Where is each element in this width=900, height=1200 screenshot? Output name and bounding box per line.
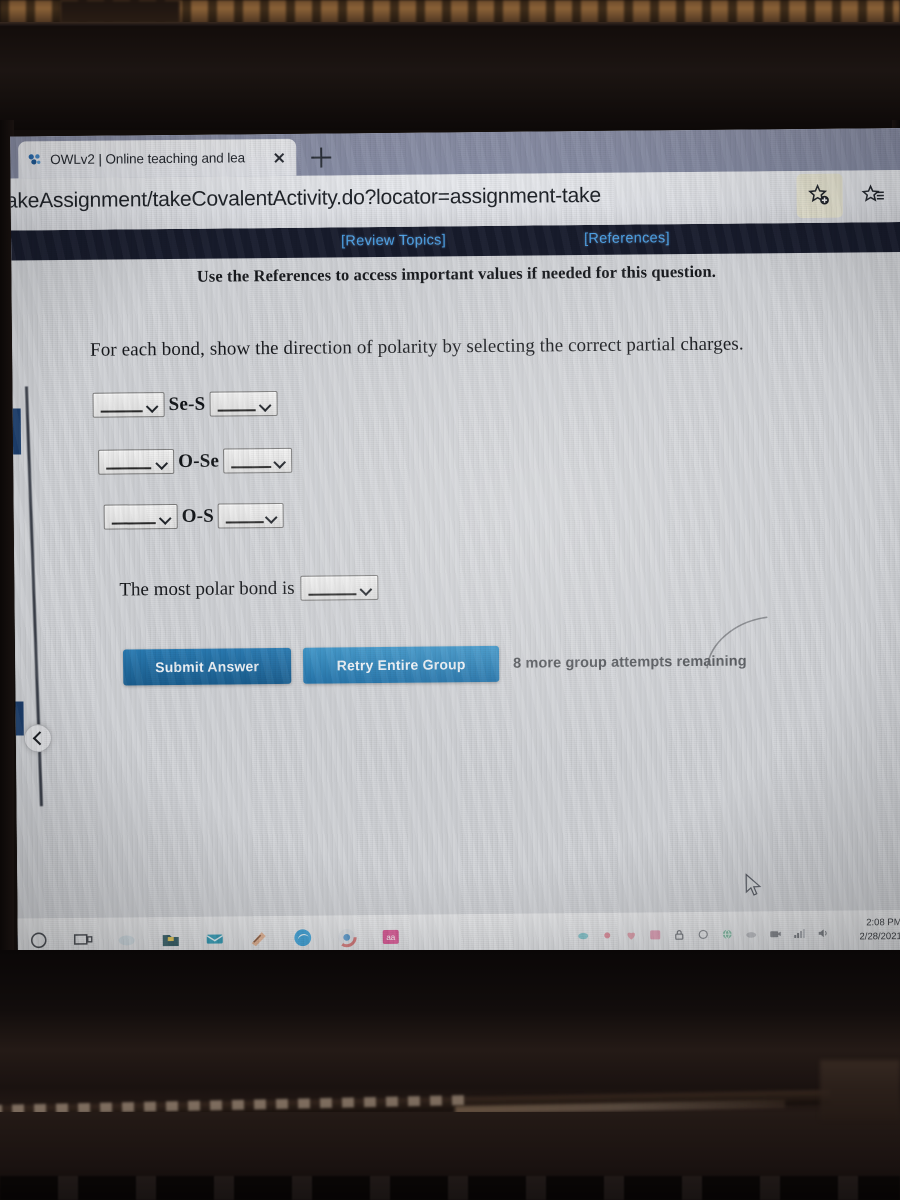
search-circle-icon[interactable] — [28, 929, 50, 951]
browser-address-bar[interactable]: /takeAssignment/takeCovalentActivity.do?… — [10, 169, 900, 231]
clock-time: 2:08 PM — [866, 917, 900, 929]
browser-tab[interactable]: OWLv2 | Online teaching and lea — [18, 138, 297, 179]
chevron-down-icon — [147, 400, 158, 411]
placeholder-dash — [231, 466, 272, 469]
volume-icon[interactable] — [817, 926, 830, 939]
most-polar-bond-row: The most polar bond is — [119, 575, 379, 602]
page-back-button[interactable] — [23, 724, 52, 753]
clock-date: 2/28/2021 — [859, 930, 900, 943]
bond-0-right-charge-select[interactable] — [209, 390, 278, 417]
network-icon[interactable] — [793, 926, 806, 939]
laptop-screen: OWLv2 | Online teaching and lea /takeAss… — [10, 128, 900, 963]
bond-2-left-charge-select[interactable] — [103, 503, 178, 530]
photo-environment: OWLv2 | Online teaching and lea /takeAss… — [0, 0, 900, 1200]
taskbar-clock[interactable]: 2:08 PM 2/28/2021 — [859, 916, 900, 944]
task-view-icon[interactable] — [72, 929, 94, 951]
review-topics-link[interactable]: [Review Topics] — [341, 232, 446, 249]
mail-icon[interactable] — [204, 928, 226, 950]
bond-row: O-Se — [98, 447, 293, 475]
file-explorer-icon[interactable] — [160, 928, 182, 950]
dot-red-icon[interactable] — [601, 928, 614, 941]
question-prompt: For each bond, show the direction of pol… — [89, 333, 744, 361]
address-bar-url[interactable]: /takeAssignment/takeCovalentActivity.do?… — [10, 184, 601, 214]
mouse-pointer-icon — [745, 873, 763, 897]
desk-surface-slats — [0, 1176, 900, 1200]
weather-icon[interactable] — [116, 928, 138, 950]
onedrive-icon[interactable] — [577, 929, 590, 942]
plus-icon[interactable] — [308, 144, 334, 170]
owl-assignment-page: [Review Topics] [References] Use the Ref… — [10, 221, 900, 963]
chevron-down-icon — [361, 583, 372, 594]
close-icon[interactable] — [270, 148, 288, 166]
edge-icon[interactable] — [292, 927, 314, 949]
bond-0-label: Se-S — [168, 393, 206, 415]
sync-icon[interactable] — [697, 927, 710, 940]
laptop-bezel-top — [0, 22, 900, 130]
app-pink-icon[interactable]: aa — [380, 926, 402, 948]
heart-icon[interactable] — [625, 928, 638, 941]
chevron-down-icon — [259, 399, 270, 410]
camera-icon[interactable] — [769, 927, 782, 940]
bond-1-right-charge-select[interactable] — [222, 447, 293, 474]
chevron-down-icon — [266, 511, 277, 522]
references-link[interactable]: [References] — [584, 230, 670, 247]
most-polar-bond-label: The most polar bond is — [119, 577, 295, 601]
reference-note: Use the References to access important v… — [196, 261, 717, 286]
bond-1-label: O-Se — [178, 450, 220, 472]
retry-entire-group-button[interactable]: Retry Entire Group — [302, 645, 500, 684]
placeholder-dash — [217, 409, 256, 412]
bond-row: O-S — [103, 502, 285, 530]
owl-favicon-icon — [26, 151, 43, 168]
chevron-down-icon — [156, 457, 167, 468]
placeholder-dash — [226, 521, 265, 524]
star-plus-icon[interactable] — [796, 173, 843, 218]
toolbar-actions — [796, 173, 896, 218]
chevron-down-icon — [160, 512, 171, 523]
tab-title: OWLv2 | Online teaching and lea — [50, 150, 246, 168]
star-list-icon[interactable] — [850, 173, 896, 217]
laptop-base-right-panel — [820, 1060, 900, 1120]
svg-text:aa: aa — [386, 933, 396, 942]
bond-2-label: O-S — [181, 505, 215, 527]
lock-icon[interactable] — [673, 928, 686, 941]
most-polar-bond-select[interactable] — [300, 575, 379, 601]
chevron-down-icon — [274, 456, 285, 467]
bond-2-right-charge-select[interactable] — [217, 502, 285, 529]
photos-icon[interactable] — [649, 928, 662, 941]
bond-1-left-charge-select[interactable] — [98, 448, 175, 475]
bond-row: Se-S — [92, 390, 278, 418]
pen-icon[interactable] — [248, 927, 270, 949]
chevron-left-icon — [32, 731, 47, 746]
placeholder-dash — [106, 467, 152, 470]
bond-0-left-charge-select[interactable] — [92, 392, 165, 418]
chrome-icon[interactable] — [336, 926, 358, 948]
placeholder-dash — [308, 593, 357, 596]
screen-hair-artifact — [705, 615, 816, 676]
window-blind-dark-panel — [60, 0, 180, 24]
cloud-icon[interactable] — [745, 927, 758, 940]
laptop-bezel-highlight — [0, 22, 900, 26]
submit-answer-button[interactable]: Submit Answer — [122, 647, 292, 686]
globe-icon[interactable] — [721, 927, 734, 940]
placeholder-dash — [111, 522, 156, 525]
placeholder-dash — [100, 410, 143, 413]
